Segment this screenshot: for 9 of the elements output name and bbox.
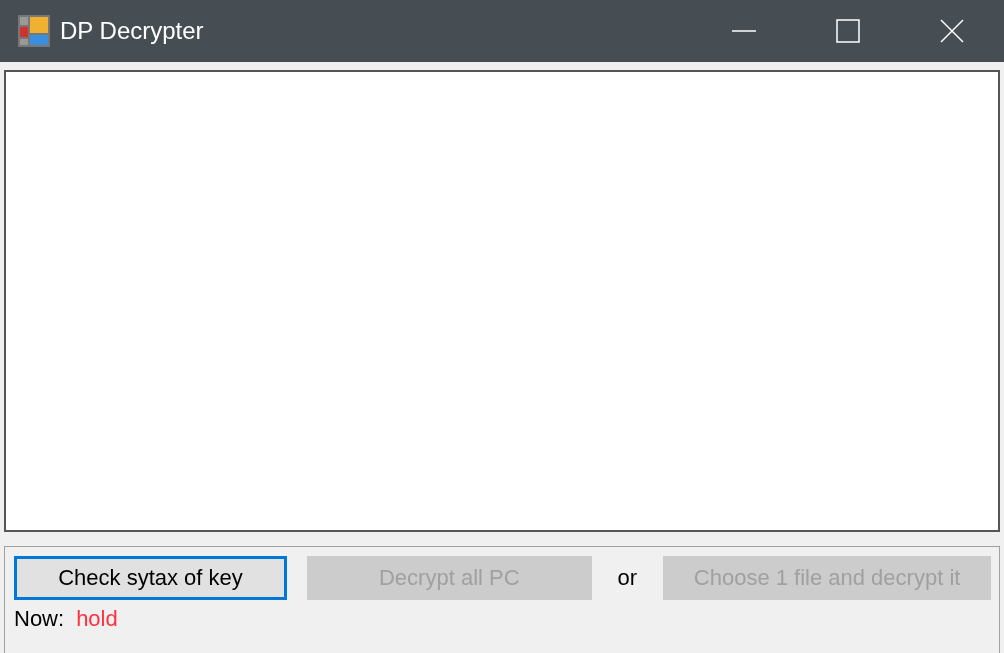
window-title: DP Decrypter	[60, 17, 205, 45]
close-icon	[940, 19, 964, 43]
or-label: or	[617, 565, 638, 591]
minimize-icon	[732, 30, 756, 32]
app-icon	[18, 15, 50, 47]
maximize-icon	[836, 19, 860, 43]
status-label: Now:	[14, 606, 65, 632]
status-value: hold	[76, 606, 118, 632]
action-button[interactable]: Check sytax of key	[14, 556, 287, 600]
